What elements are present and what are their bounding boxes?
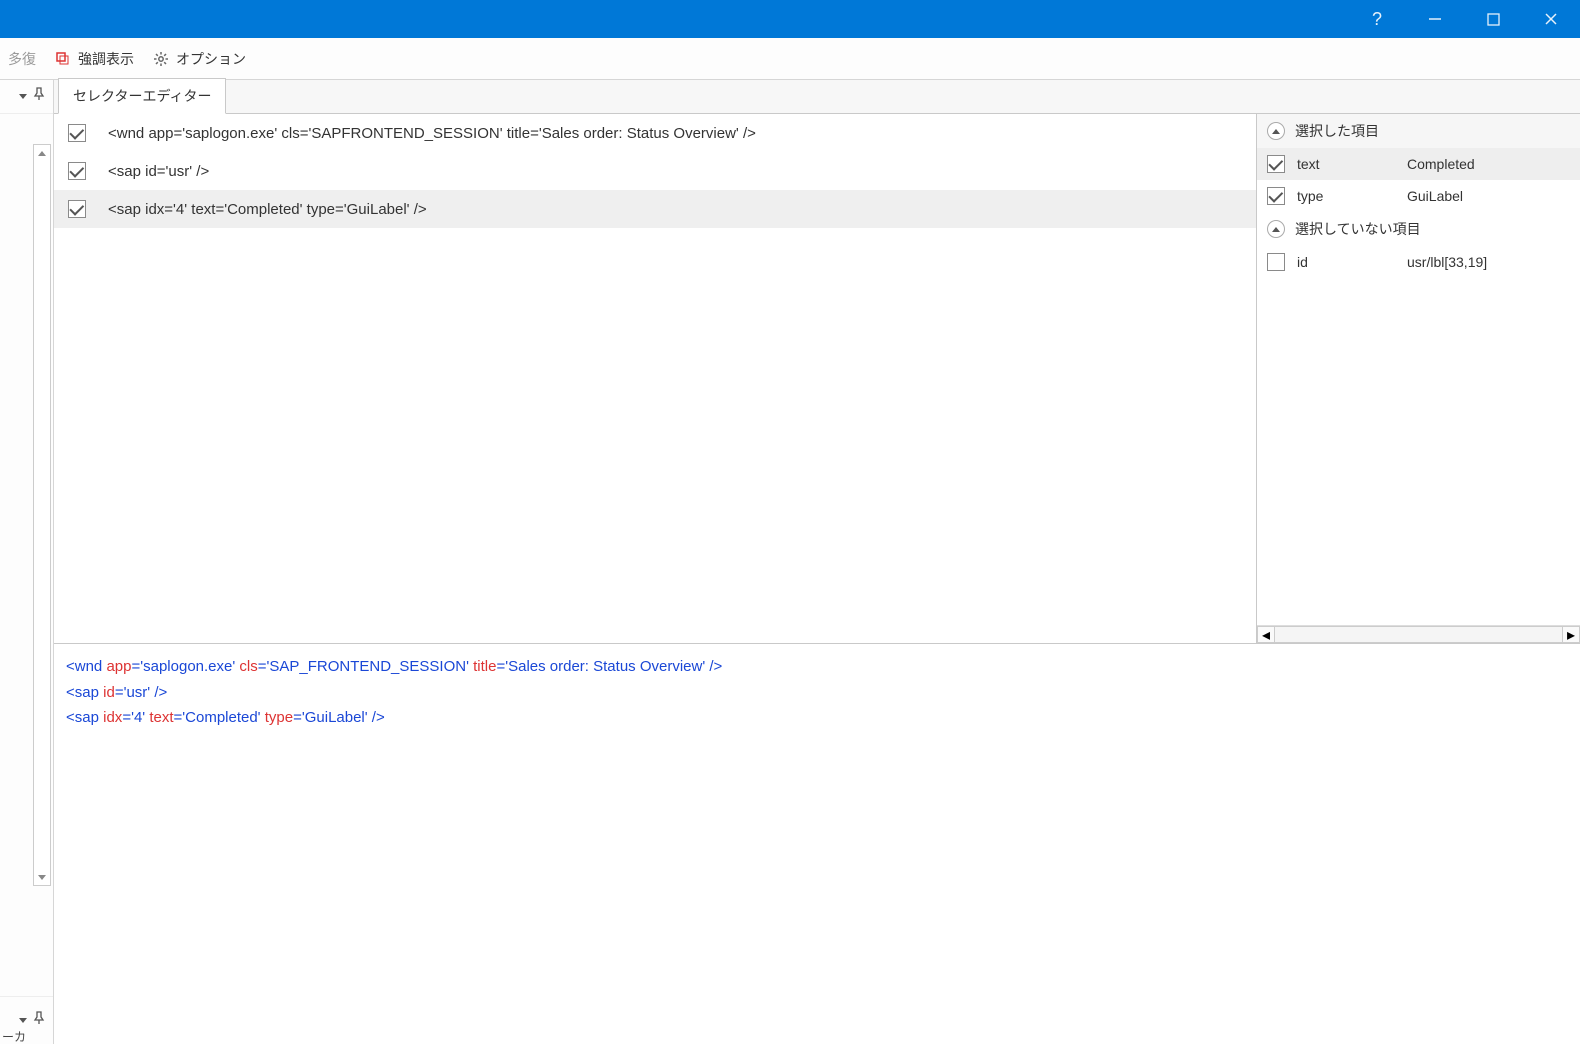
scroll-right-icon[interactable]: ▸: [1562, 626, 1580, 643]
selector-text: <sap id='usr' />: [108, 163, 209, 180]
selector-checkbox[interactable]: [68, 162, 86, 180]
gutter-scrollbar[interactable]: [33, 144, 51, 886]
selector-checkbox[interactable]: [68, 200, 86, 218]
xml-line: <sap idx='4' text='Completed' type='GuiL…: [66, 705, 1568, 731]
xml-line: <sap id='usr' />: [66, 680, 1568, 706]
selector-list: <wnd app='saplogon.exe' cls='SAPFRONTEND…: [54, 114, 1256, 643]
pin-icon[interactable]: [33, 87, 45, 106]
tab-label: セレクターエディター: [73, 88, 211, 104]
unselected-items-header[interactable]: 選択していない項目: [1257, 212, 1580, 246]
selector-row[interactable]: <sap id='usr' />: [54, 152, 1256, 190]
maximize-button[interactable]: [1464, 0, 1522, 38]
attribute-value: usr/lbl[33,19]: [1407, 254, 1570, 270]
tabstrip: セレクターエディター: [54, 80, 1580, 114]
selector-checkbox[interactable]: [68, 124, 86, 142]
left-gutter: ーカ: [0, 80, 54, 1044]
attribute-checkbox[interactable]: [1267, 253, 1285, 271]
selector-text: <sap idx='4' text='Completed' type='GuiL…: [108, 201, 427, 218]
help-button[interactable]: ?: [1348, 0, 1406, 38]
selected-items-label: 選択した項目: [1295, 121, 1379, 141]
attribute-row[interactable]: typeGuiLabel: [1257, 180, 1580, 212]
xml-preview-pane[interactable]: <wnd app='saplogon.exe' cls='SAP_FRONTEN…: [54, 644, 1580, 1044]
xml-line: <wnd app='saplogon.exe' cls='SAP_FRONTEN…: [66, 654, 1568, 680]
collapse-icon: [1267, 220, 1285, 238]
selected-items-header[interactable]: 選択した項目: [1257, 114, 1580, 148]
unselected-items-label: 選択していない項目: [1295, 219, 1421, 239]
attribute-checkbox[interactable]: [1267, 155, 1285, 173]
attribute-name: type: [1297, 188, 1407, 204]
selector-text: <wnd app='saplogon.exe' cls='SAPFRONTEND…: [108, 125, 756, 142]
scroll-left-icon[interactable]: ◂: [1257, 626, 1275, 643]
attribute-value: GuiLabel: [1407, 188, 1570, 204]
gutter-dropdown-icon[interactable]: [19, 94, 27, 99]
attributes-pane: 選択した項目 textCompletedtypeGuiLabel 選択していない…: [1256, 114, 1580, 643]
gear-icon: [152, 50, 170, 68]
gutter-dropdown2-icon[interactable]: [19, 1018, 27, 1023]
attribute-row[interactable]: idusr/lbl[33,19]: [1257, 246, 1580, 278]
tab-selector-editor[interactable]: セレクターエディター: [58, 78, 226, 114]
titlebar: ?: [0, 0, 1580, 38]
gutter-bottom-label: ーカ: [2, 1028, 26, 1045]
repair-button[interactable]: 多復: [2, 45, 42, 73]
selector-row[interactable]: <sap idx='4' text='Completed' type='GuiL…: [54, 190, 1256, 228]
toolbar: 多復 強調表示 オプション: [0, 38, 1580, 80]
attribute-name: text: [1297, 156, 1407, 172]
attribute-row[interactable]: textCompleted: [1257, 148, 1580, 180]
highlight-icon: [54, 50, 72, 68]
pin2-icon[interactable]: [33, 1011, 45, 1030]
options-label: オプション: [176, 49, 246, 69]
collapse-icon: [1267, 122, 1285, 140]
close-button[interactable]: [1522, 0, 1580, 38]
repair-label: 多復: [8, 49, 36, 69]
attribute-value: Completed: [1407, 156, 1570, 172]
highlight-button[interactable]: 強調表示: [48, 45, 140, 73]
minimize-button[interactable]: [1406, 0, 1464, 38]
selector-row[interactable]: <wnd app='saplogon.exe' cls='SAPFRONTEND…: [54, 114, 1256, 152]
attribute-name: id: [1297, 254, 1407, 270]
attribute-checkbox[interactable]: [1267, 187, 1285, 205]
side-horizontal-scrollbar[interactable]: ◂ ▸: [1257, 625, 1580, 643]
options-button[interactable]: オプション: [146, 45, 252, 73]
highlight-label: 強調表示: [78, 49, 134, 69]
